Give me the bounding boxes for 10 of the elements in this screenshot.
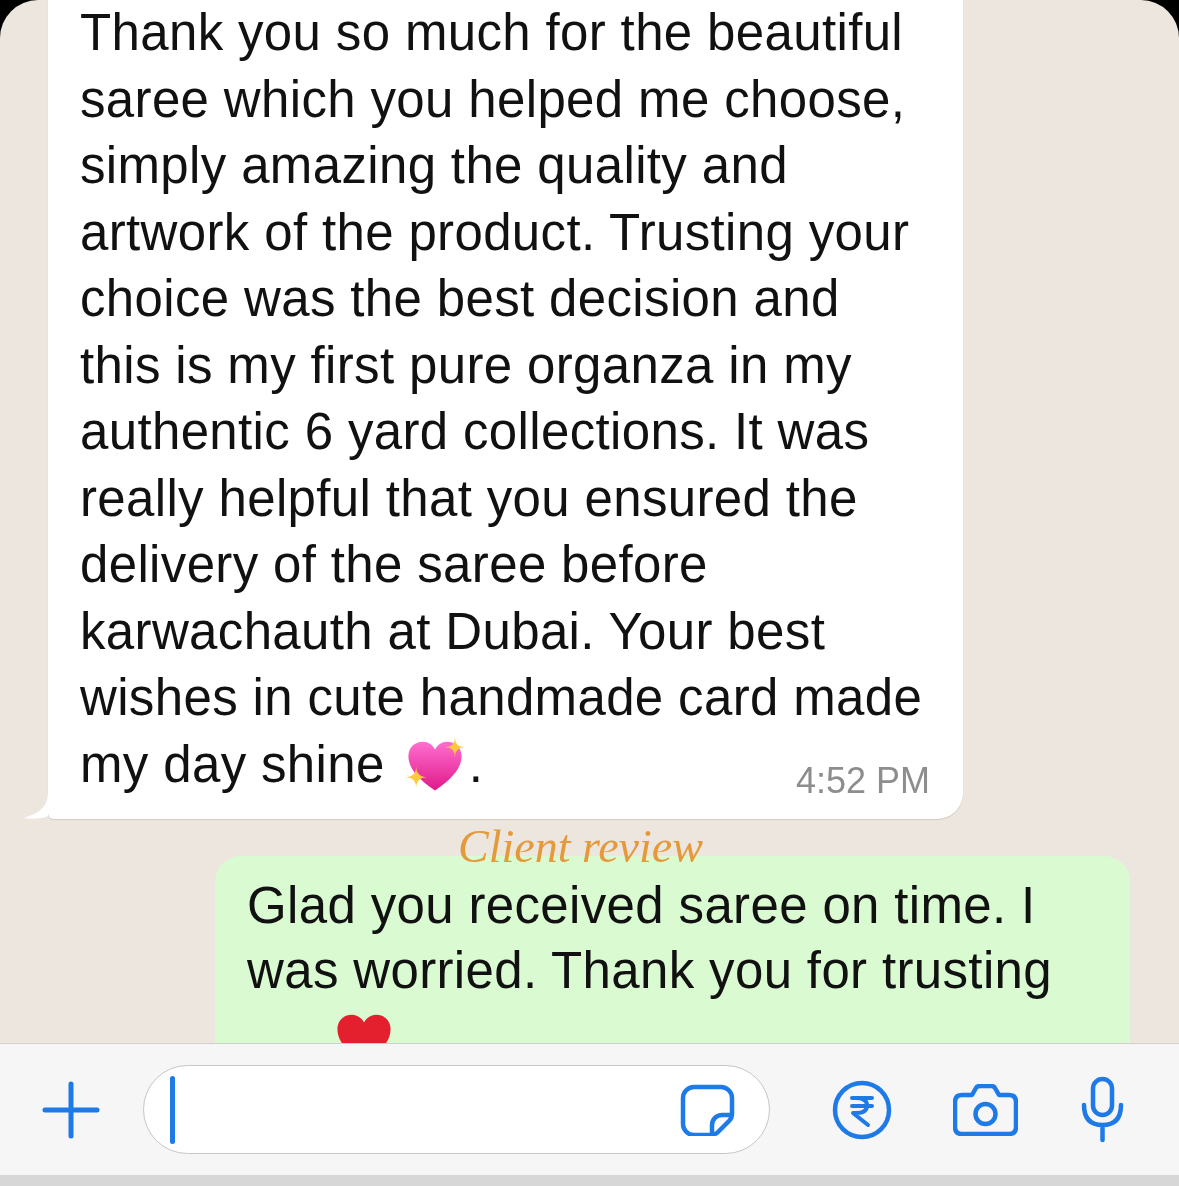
plus-icon[interactable] [42,1080,100,1139]
message-text: . [468,734,484,795]
caption-text: Client review [458,823,703,871]
camera-icon[interactable] [953,1083,1018,1136]
sticker-icon[interactable] [680,1083,735,1136]
message-text: my day shine [80,734,385,795]
rupee-icon[interactable] [832,1079,892,1140]
message-text: Glad you received saree on time. I was worried. Thank you for trusting [247,876,1052,1001]
message-time: 4:52 PM [795,764,930,798]
microphone-icon[interactable] [1080,1076,1125,1143]
